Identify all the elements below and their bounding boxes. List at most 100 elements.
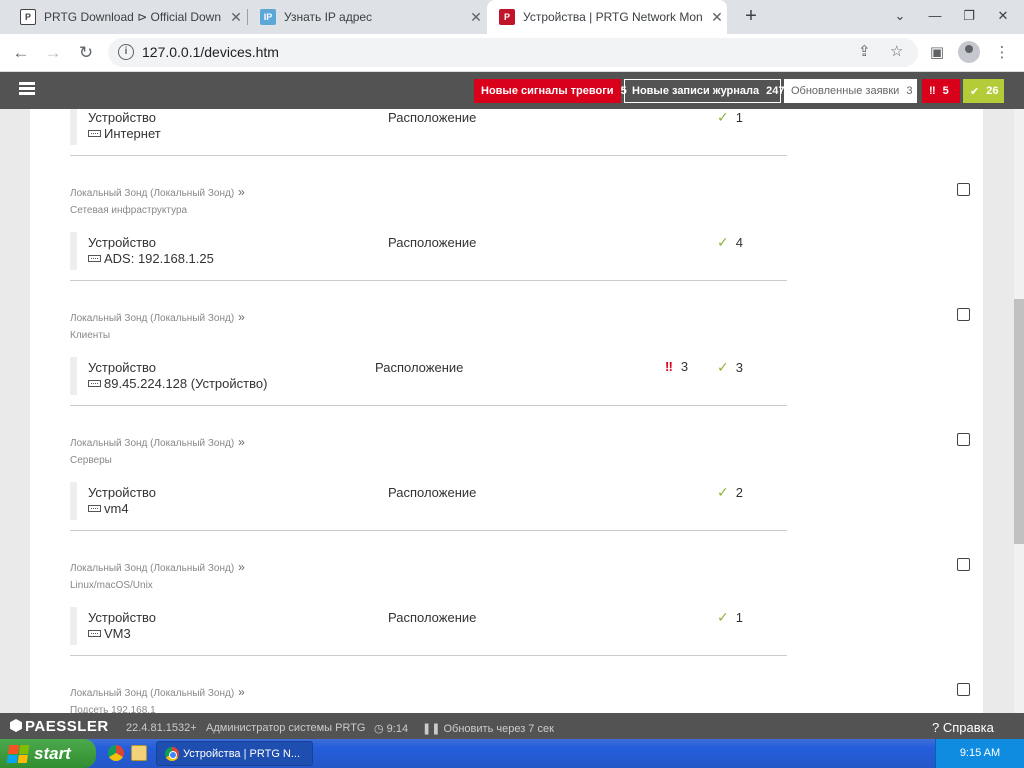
probe-link[interactable]: Локальный Зонд (Локальный Зонд) [70, 313, 234, 324]
minimize-button[interactable]: — [918, 0, 952, 34]
tab-devices[interactable]: P Устройства | PRTG Network Mon ✕ [487, 0, 727, 34]
select-checkbox[interactable] [957, 433, 970, 446]
folder-quicklaunch-icon[interactable] [131, 745, 147, 761]
device-card[interactable]: Устройство VM3 Расположение ✓ 1 [70, 607, 787, 656]
group-name[interactable]: Подсеть 192.168.1 [70, 705, 156, 713]
device-name-text[interactable]: Интернет [104, 126, 161, 141]
checkmark-icon: ✓ [717, 609, 729, 625]
up-sensors-button[interactable]: ✔ 26 [963, 79, 1004, 103]
location-label: Расположение [388, 610, 477, 625]
prtg-favicon-icon: P [20, 9, 36, 25]
new-alarms-button[interactable]: Новые сигналы тревоги 5 [474, 79, 627, 103]
up-sensors-status[interactable]: ✓ 1 [717, 609, 743, 626]
page-scrollbar-thumb[interactable] [1014, 299, 1024, 544]
device-card-bar [70, 357, 77, 395]
select-checkbox[interactable] [957, 683, 970, 696]
device-name-text[interactable]: ADS: 192.168.1.25 [104, 251, 214, 266]
device-card[interactable]: Устройство ADS: 192.168.1.25 Расположени… [70, 232, 787, 281]
pause-icon[interactable]: ❚❚ [422, 723, 440, 735]
down-sensors-count: 5 [942, 85, 949, 97]
double-exclamation-icon: ‼ [665, 359, 673, 374]
device-card[interactable]: Устройство vm4 Расположение ✓ 2 [70, 482, 787, 531]
select-checkbox[interactable] [957, 308, 970, 321]
probe-link[interactable]: Локальный Зонд (Локальный Зонд) [70, 563, 234, 574]
group-name[interactable]: Linux/macOS/Unix [70, 580, 153, 591]
breadcrumb-separator-icon: » [238, 435, 245, 449]
breadcrumb[interactable]: Локальный Зонд (Локальный Зонд) » [70, 685, 245, 699]
up-sensors-status[interactable]: ✓ 1 [717, 109, 743, 126]
profile-avatar-icon[interactable] [958, 41, 980, 63]
device-label: Устройство [88, 110, 157, 125]
updated-tickets-button[interactable]: Обновленные заявки 3 [784, 79, 917, 103]
taskbar-clock[interactable]: 9:15 AM [960, 747, 1000, 759]
select-checkbox[interactable] [957, 558, 970, 571]
taskbar-window-title: Устройства | PRTG N... [183, 747, 301, 760]
breadcrumb[interactable]: Локальный Зонд (Локальный Зонд) » [70, 310, 245, 324]
checkmark-icon: ✓ [717, 359, 729, 375]
device-card-bar [70, 232, 77, 270]
new-log-entries-button[interactable]: Новые записи журнала 247 [624, 79, 785, 103]
device-name[interactable]: Интернет [88, 126, 161, 141]
group-name[interactable]: Серверы [70, 455, 112, 466]
down-sensors-status[interactable]: ‼ 3 [665, 359, 688, 374]
reload-icon[interactable]: ↻ [73, 40, 99, 66]
help-text[interactable]: Справка [943, 720, 994, 735]
bookmark-star-icon[interactable]: ☆ [890, 42, 903, 60]
device-name-text[interactable]: VM3 [104, 626, 131, 641]
tab-prtg-download[interactable]: P PRTG Download ⊳ Official Down ✕ [8, 0, 246, 34]
user-text[interactable]: Администратор системы PRTG [206, 722, 365, 734]
probe-link[interactable]: Локальный Зонд (Локальный Зонд) [70, 688, 234, 699]
breadcrumb[interactable]: Локальный Зонд (Локальный Зонд) » [70, 435, 245, 449]
help-link[interactable]: ? Справка [932, 720, 994, 735]
site-info-icon[interactable]: i [118, 44, 134, 60]
menu-kebab-icon[interactable]: ⋮ [990, 41, 1014, 65]
tab-search-icon[interactable]: ⌄ [883, 0, 917, 34]
url-text[interactable]: 127.0.0.1/devices.htm [142, 44, 279, 60]
up-sensors-status[interactable]: ✓ 3 [717, 359, 743, 376]
restore-button[interactable]: ❐ [952, 0, 986, 34]
up-sensors-status[interactable]: ✓ 2 [717, 484, 743, 501]
device-name[interactable]: ADS: 192.168.1.25 [88, 251, 214, 266]
refresh-status[interactable]: ❚❚ Обновить через 7 сек [422, 722, 554, 735]
new-tab-button[interactable]: + [738, 4, 764, 30]
select-checkbox[interactable] [957, 183, 970, 196]
device-name-text[interactable]: 89.45.224.128 (Устройство) [104, 376, 267, 391]
down-sensors-button[interactable]: ‼ 5 [922, 79, 960, 103]
windows-flag-icon [6, 744, 30, 763]
close-tab-icon[interactable]: ✕ [707, 9, 727, 26]
device-name[interactable]: 89.45.224.128 (Устройство) [88, 376, 267, 391]
group-name[interactable]: Клиенты [70, 330, 110, 341]
device-label: Устройство [88, 235, 157, 250]
close-tab-icon[interactable]: ✕ [466, 9, 486, 26]
device-card-bar [70, 482, 77, 520]
breadcrumb[interactable]: Локальный Зонд (Локальный Зонд) » [70, 185, 245, 199]
device-card[interactable]: Устройство Интернет Расположение ✓ 1 [70, 109, 787, 156]
device-name[interactable]: vm4 [88, 501, 129, 516]
taskbar-window-button[interactable]: Устройства | PRTG N... [156, 741, 313, 766]
close-window-button[interactable]: ✕ [986, 0, 1020, 34]
probe-link[interactable]: Локальный Зонд (Локальный Зонд) [70, 438, 234, 449]
back-arrow-icon[interactable]: ← [8, 40, 34, 66]
device-card[interactable]: Устройство 89.45.224.128 (Устройство) Ра… [70, 357, 787, 406]
chrome-quicklaunch-icon[interactable] [108, 745, 124, 761]
device-label: Устройство [88, 485, 157, 500]
checkmark-icon: ✔ [970, 85, 980, 98]
forward-arrow-icon[interactable]: → [40, 40, 66, 66]
address-bar[interactable]: i 127.0.0.1/devices.htm ⇪ ☆ [108, 38, 918, 67]
probe-link[interactable]: Локальный Зонд (Локальный Зонд) [70, 188, 234, 199]
refresh-text[interactable]: Обновить через 7 сек [444, 723, 554, 735]
tab-ip-address[interactable]: IP Узнать IP адрес ✕ [248, 0, 486, 34]
location-label: Расположение [388, 235, 477, 250]
group-name[interactable]: Сетевая инфраструктура [70, 205, 187, 216]
share-icon[interactable]: ⇪ [858, 42, 871, 60]
hamburger-menu-icon[interactable] [19, 82, 35, 96]
start-button[interactable]: start [0, 739, 96, 768]
chrome-icon [165, 747, 179, 761]
up-sensors-status[interactable]: ✓ 4 [717, 234, 743, 251]
device-icon [88, 505, 101, 512]
device-name[interactable]: VM3 [88, 626, 131, 641]
device-name-text[interactable]: vm4 [104, 501, 129, 516]
side-panel-icon[interactable]: ▣ [925, 41, 949, 65]
breadcrumb[interactable]: Локальный Зонд (Локальный Зонд) » [70, 560, 245, 574]
close-tab-icon[interactable]: ✕ [226, 9, 246, 26]
